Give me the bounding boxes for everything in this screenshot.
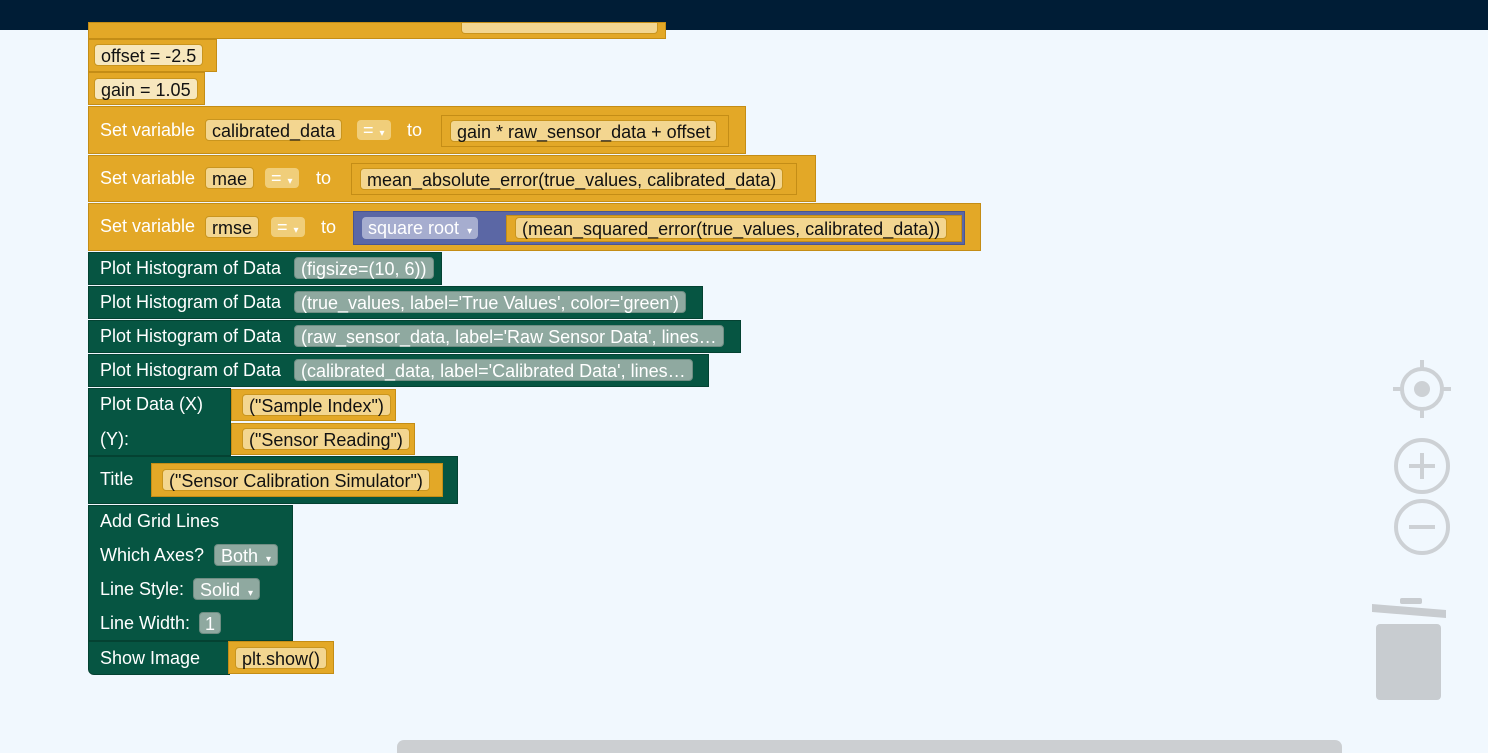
grid-lines-label: Add Grid Lines [100, 511, 220, 531]
histogram-block[interactable]: Plot Histogram of Data (figsize=(10, 6)) [88, 252, 442, 285]
partial-block[interactable] [88, 22, 666, 39]
set-calibrated-block[interactable]: Set variable calibrated_data = ▾ to gain … [88, 106, 746, 154]
offset-code[interactable]: offset = -2.5 [94, 44, 204, 66]
line-style-dropdown[interactable]: Solid ▾ [193, 578, 261, 600]
set-variable-label: Set variable [100, 216, 196, 236]
operator-dropdown[interactable]: = ▾ [265, 168, 299, 188]
title-value-field[interactable]: ("Sensor Calibration Simulator") [162, 469, 430, 491]
histogram-label: Plot Histogram of Data [100, 292, 282, 312]
show-image-block[interactable]: Show Image [88, 641, 230, 675]
operator-dropdown[interactable]: = ▾ [357, 120, 391, 140]
set-variable-label: Set variable [100, 168, 196, 188]
show-value-block[interactable]: plt.show() [228, 641, 334, 674]
histogram-block[interactable]: Plot Histogram of Data (true_values, lab… [88, 286, 703, 319]
which-axes-dropdown[interactable]: Both ▾ [214, 544, 279, 566]
gain-code[interactable]: gain = 1.05 [94, 78, 198, 100]
expression-field[interactable]: (mean_squared_error(true_values, calibra… [515, 217, 948, 239]
x-value-block[interactable]: ("Sample Index") [231, 389, 396, 421]
math-function-dropdown[interactable]: square root ▾ [362, 217, 479, 239]
line-width-label: Line Width: [100, 613, 191, 633]
variable-name-field[interactable]: mae [205, 167, 255, 189]
operator-dropdown[interactable]: = ▾ [271, 217, 305, 237]
set-rmse-block[interactable]: Set variable rmse = ▾ to square root ▾ (me… [88, 203, 981, 251]
line-style-label: Line Style: [100, 579, 185, 599]
square-root-block[interactable]: square root ▾ (mean_squared_error(true_va… [353, 211, 965, 245]
show-value-field[interactable]: plt.show() [235, 647, 328, 669]
value-socket: mean_absolute_error(true_values, calibra… [351, 163, 797, 195]
title-block[interactable]: Title ("Sensor Calibration Simulator") [88, 456, 458, 504]
histogram-args[interactable]: (true_values, label='True Values', color… [294, 291, 686, 313]
grid-lines-block[interactable]: Add Grid Lines Which Axes? Both ▾ Line St… [88, 505, 293, 641]
title-socket: ("Sensor Calibration Simulator") [151, 463, 443, 497]
x-value-field[interactable]: ("Sample Index") [242, 394, 391, 416]
histogram-label: Plot Histogram of Data [100, 326, 282, 346]
histogram-label: Plot Histogram of Data [100, 258, 282, 278]
value-socket: (mean_squared_error(true_values, calibra… [506, 215, 962, 242]
zoom-in-icon[interactable] [1393, 437, 1451, 495]
expression-field[interactable]: mean_absolute_error(true_values, calibra… [360, 168, 784, 190]
recenter-icon[interactable] [1393, 360, 1451, 418]
histogram-args[interactable]: (calibrated_data, label='Calibrated Data… [294, 359, 693, 381]
zoom-out-icon[interactable] [1393, 498, 1451, 556]
line-width-field[interactable]: 1 [199, 612, 222, 634]
y-value-block[interactable]: ("Sensor Reading") [231, 423, 415, 455]
trash-icon[interactable] [1370, 598, 1448, 702]
title-label: Title [100, 469, 134, 489]
variable-name-field[interactable]: rmse [205, 216, 259, 238]
to-label: to [407, 120, 423, 140]
which-axes-label: Which Axes? [100, 545, 205, 565]
variable-name-field[interactable]: calibrated_data [205, 119, 343, 141]
expression-field[interactable]: gain * raw_sensor_data + offset [450, 120, 718, 142]
plot-data-x-label: Plot Data (X) [100, 394, 204, 414]
to-label: to [316, 168, 332, 188]
show-image-label: Show Image [100, 648, 201, 668]
gain-block[interactable]: gain = 1.05 [88, 72, 205, 105]
horizontal-scrollbar[interactable] [397, 740, 1342, 753]
offset-block[interactable]: offset = -2.5 [88, 39, 217, 72]
histogram-block[interactable]: Plot Histogram of Data (calibrated_data,… [88, 354, 709, 387]
histogram-block[interactable]: Plot Histogram of Data (raw_sensor_data,… [88, 320, 741, 353]
plot-data-block[interactable]: Plot Data (X) (Y): [88, 388, 231, 456]
plot-data-y-label: (Y): [100, 429, 129, 449]
y-value-field[interactable]: ("Sensor Reading") [242, 428, 410, 450]
histogram-args[interactable]: (figsize=(10, 6)) [294, 257, 434, 279]
histogram-label: Plot Histogram of Data [100, 360, 282, 380]
set-variable-label: Set variable [100, 120, 196, 140]
histogram-args[interactable]: (raw_sensor_data, label='Raw Sensor Data… [294, 325, 724, 347]
to-label: to [321, 217, 337, 237]
set-mae-block[interactable]: Set variable mae = ▾ to mean_absolute_err… [88, 155, 816, 202]
value-socket: gain * raw_sensor_data + offset [441, 115, 729, 147]
